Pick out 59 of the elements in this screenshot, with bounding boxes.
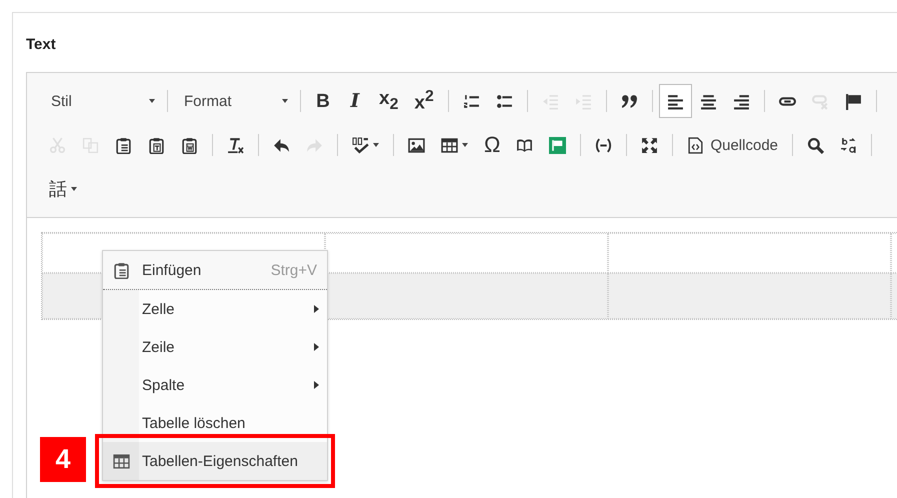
style-combo[interactable]: Stil <box>41 88 161 114</box>
align-left-icon <box>666 92 684 110</box>
align-center-icon <box>700 92 717 110</box>
clipboard-icon <box>112 262 130 278</box>
special-char-button[interactable]: Ω <box>476 128 508 162</box>
language-button[interactable]: 話 <box>41 172 85 206</box>
shortcut-label: Strg+V <box>270 262 317 278</box>
align-right-icon <box>732 92 750 110</box>
menu-item[interactable]: Spalte <box>103 366 327 404</box>
clipboard-icon <box>115 136 132 154</box>
menu-item-label: Tabelle löschen <box>141 414 246 432</box>
field-label: Text <box>26 36 57 55</box>
menu-item[interactable]: Zelle <box>103 290 327 328</box>
caret-icon <box>71 187 77 191</box>
undo-icon <box>273 136 290 154</box>
menu-item-label: Einfügen <box>141 262 202 278</box>
clipboard-text-icon <box>148 136 165 154</box>
menu-item[interactable]: Einfügen Strg+V <box>103 251 327 290</box>
menu-item-label: Spalte <box>141 376 186 394</box>
indent-icon <box>574 92 592 110</box>
spellcheck-icon <box>352 136 369 154</box>
source-button[interactable]: Quellcode <box>679 128 786 162</box>
scissors-icon <box>49 136 66 154</box>
document-code-icon <box>687 136 704 154</box>
subscript-button[interactable]: x$_{2}$ <box>371 84 406 118</box>
book-icon <box>516 136 534 154</box>
step-badge: 4 <box>40 437 86 482</box>
menu-item[interactable]: Tabellen-Eigenschaften <box>103 442 327 480</box>
table-icon <box>441 136 458 154</box>
clear-format-icon <box>227 136 244 154</box>
style-combo[interactable]: Format <box>174 88 294 114</box>
caret-icon <box>373 143 379 147</box>
outdent-icon <box>542 92 559 110</box>
bold-button[interactable]: B <box>307 84 339 118</box>
clipboard-word-icon <box>181 136 198 154</box>
image-icon <box>408 136 425 154</box>
replace-icon <box>840 136 857 154</box>
menu-item-label: Zelle <box>141 300 176 318</box>
caret-icon <box>282 99 288 103</box>
list-numbered-icon <box>462 92 480 110</box>
table-icon <box>112 452 130 470</box>
menu-item-label: Tabellen-Eigenschaften <box>141 452 299 470</box>
flag-icon <box>844 92 862 110</box>
superscript-button[interactable]: x$^{2}$ <box>406 84 442 118</box>
redo-icon <box>306 136 323 154</box>
flag-tile-icon <box>549 136 566 154</box>
caret-icon <box>462 143 468 147</box>
italic-button[interactable]: I <box>339 84 371 118</box>
hyphen-icon <box>595 136 612 154</box>
maximize-icon <box>641 136 658 154</box>
align-left-button[interactable] <box>658 84 692 118</box>
quote-icon <box>620 92 638 110</box>
list-bullet-icon <box>496 92 513 110</box>
unlink-icon <box>812 92 829 110</box>
caret-icon <box>149 99 155 103</box>
copy-icon <box>82 136 99 154</box>
search-icon <box>807 136 824 154</box>
menu-item-label: Zeile <box>141 338 176 356</box>
menu-item[interactable]: Zeile <box>103 328 327 366</box>
